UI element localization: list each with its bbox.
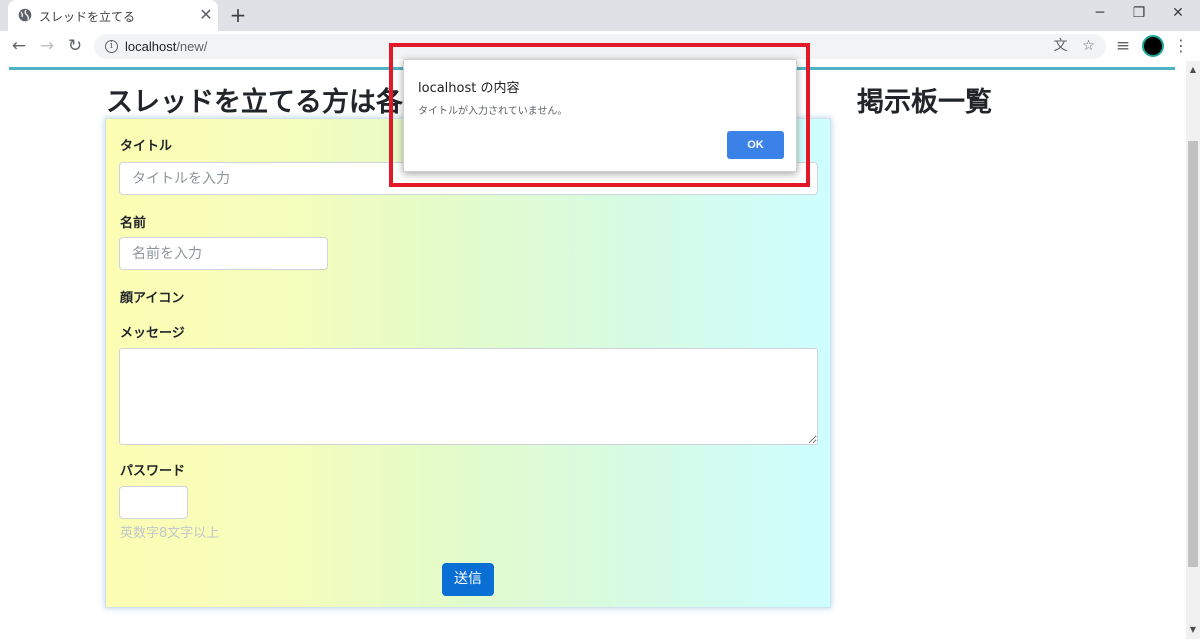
info-icon[interactable]: i [105,40,118,53]
scroll-thumb[interactable] [1188,141,1198,567]
profile-avatar[interactable] [1142,35,1164,57]
face-icon-label: 顔アイコン [120,291,185,306]
restore-button[interactable]: ❐ [1124,3,1154,23]
message-label: メッセージ [120,326,185,341]
media-queue-icon[interactable]: ≡ [1113,36,1133,56]
forward-arrow-icon[interactable]: → [37,36,57,56]
thread-form-card: タイトル 名前 顔アイコン メッセージ パスワード 英数字8文字以上 送信 [105,118,831,608]
annotation-highlight-box [389,43,810,187]
password-label: パスワード [120,464,186,479]
tab-close-icon[interactable]: ✕ [197,6,215,24]
name-label: 名前 [120,216,147,231]
scroll-up-arrow-icon[interactable]: ▲ [1186,64,1200,76]
star-icon[interactable]: ☆ [1080,38,1097,55]
translate-icon[interactable]: 文 [1052,38,1069,55]
window-close-button[interactable]: ✕ [1163,3,1193,23]
scroll-down-arrow-icon[interactable]: ▼ [1186,624,1200,636]
kebab-menu-icon[interactable]: ⋮ [1172,36,1190,56]
password-input[interactable] [119,486,188,519]
title-label: タイトル [120,139,173,154]
password-hint: 英数字8文字以上 [120,526,220,541]
back-arrow-icon[interactable]: ← [9,36,29,56]
reload-icon[interactable]: ↻ [65,36,85,56]
new-tab-button[interactable]: + [228,4,248,26]
board-list-heading: 掲示板一覧 [857,87,992,118]
page-title: スレッドを立てる方は各 [106,87,403,118]
globe-icon [18,8,32,22]
message-textarea[interactable] [119,348,818,445]
url-path: /new/ [176,39,208,54]
name-input[interactable] [119,237,328,270]
submit-button[interactable]: 送信 [442,563,494,596]
url-host: localhost [125,39,177,54]
tab-strip: スレッドを立てる ✕ + ─ ❐ ✕ [0,0,1200,31]
minimize-button[interactable]: ─ [1085,3,1115,23]
vertical-scrollbar[interactable]: ▲ ▼ [1186,61,1200,639]
browser-tab[interactable]: スレッドを立てる ✕ [8,0,218,31]
tab-title: スレッドを立てる [39,10,136,24]
url-text[interactable]: localhost/new/ [125,39,207,54]
